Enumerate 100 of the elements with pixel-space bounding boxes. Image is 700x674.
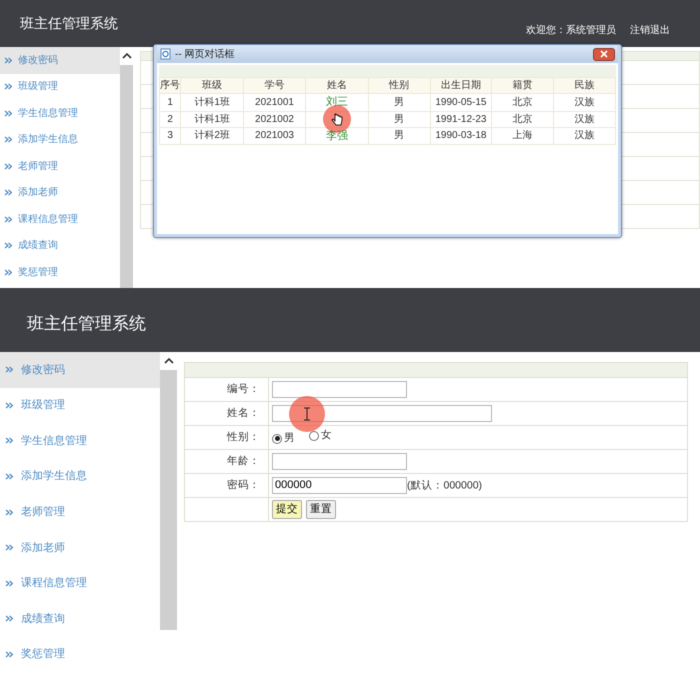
sidebar-item[interactable]: 添加老师 — [0, 180, 120, 206]
sidebar-item-label: 老师管理 — [21, 504, 65, 520]
double-chevron-icon — [5, 402, 13, 409]
sidebar-item-label: 添加老师 — [18, 186, 58, 200]
input-field[interactable] — [272, 452, 407, 470]
table-cell: 2021001 — [244, 94, 306, 111]
submit-button[interactable]: 提交 — [272, 500, 302, 520]
double-chevron-icon — [5, 580, 13, 587]
sidebar-item-label: 学生信息管理 — [18, 106, 78, 121]
table-cell: 汉族 — [554, 127, 616, 144]
reset-button[interactable]: 重置 — [306, 500, 336, 520]
radio-option[interactable]: 男 — [272, 430, 295, 446]
hand-cursor-icon — [330, 112, 344, 126]
sidebar-item[interactable]: 成绩查询 — [0, 601, 160, 637]
sidebar-item[interactable]: 成绩查询 — [0, 232, 120, 259]
sidebar-item-label: 奖惩管理 — [21, 647, 65, 662]
column-header: 民族 — [554, 78, 616, 94]
table-cell: 汉族 — [554, 111, 616, 127]
scroll-up-icon — [122, 52, 132, 60]
double-chevron-icon — [4, 242, 12, 250]
sidebar-item[interactable]: 奖惩管理 — [0, 636, 160, 672]
column-header: 班级 — [180, 78, 244, 94]
sidebar-item[interactable]: 修改密码 — [0, 352, 160, 388]
sidebar-item[interactable]: 添加学生信息 — [0, 126, 120, 153]
table-cell: 上海 — [492, 127, 554, 144]
sidebar-item[interactable]: 学生信息管理 — [0, 423, 160, 459]
table-cell: 汉族 — [554, 94, 616, 111]
table-cell: 男 — [368, 127, 430, 144]
table-cell: 北京 — [492, 111, 554, 127]
double-chevron-icon — [4, 268, 12, 276]
column-header: 序号 — [160, 78, 181, 94]
sidebar-item[interactable]: 班级管理 — [0, 388, 160, 424]
double-chevron-icon — [4, 83, 12, 90]
sidebar-item-label: 课程信息管理 — [21, 576, 87, 592]
double-chevron-icon — [4, 216, 12, 223]
sidebar-item-label: 成绩查询 — [21, 612, 65, 627]
double-chevron-icon — [4, 136, 12, 144]
sidebar-item[interactable]: 课程信息管理 — [0, 206, 120, 232]
table-cell: 2021003 — [244, 127, 306, 144]
sidebar-item-label: 添加老师 — [21, 540, 65, 556]
sidebar-item-label: 班级管理 — [18, 80, 58, 94]
sidebar-item-label: 修改密码 — [21, 362, 65, 378]
sidebar-item[interactable]: 老师管理 — [0, 494, 160, 530]
radio-option[interactable]: 女 — [309, 428, 332, 444]
table-cell: 男 — [368, 94, 430, 111]
double-chevron-icon — [4, 56, 12, 64]
table-cell: 2021002 — [244, 111, 306, 127]
page-icon — [160, 48, 171, 60]
welcome-text: 欢迎您：系统管理员 — [526, 24, 616, 38]
input-field[interactable]: 000000 — [272, 476, 407, 494]
table-cell: 计科1班 — [180, 111, 244, 127]
table-cell: 3 — [160, 127, 181, 144]
close-button[interactable] — [593, 48, 615, 60]
sidebar-item[interactable]: 课程信息管理 — [0, 566, 160, 602]
field-label: 年龄： — [184, 450, 268, 474]
sidebar-item-label: 奖惩管理 — [18, 266, 58, 280]
field-label: 性别： — [184, 426, 268, 450]
sidebar-item-label: 班级管理 — [21, 398, 65, 414]
sidebar-item-label: 修改密码 — [18, 54, 58, 68]
sidebar-item[interactable]: 奖惩管理 — [0, 259, 120, 286]
input-field[interactable] — [272, 380, 407, 398]
hint-text: (默认：000000) — [407, 479, 482, 492]
sidebar-item[interactable]: 修改密码 — [0, 47, 120, 74]
field-label: 密码： — [184, 474, 268, 498]
scrollbar[interactable] — [120, 47, 133, 288]
app-title: 班主任管理系统 — [19, 14, 118, 33]
table-cell: 北京 — [492, 94, 554, 111]
column-header: 性别 — [368, 78, 430, 94]
double-chevron-icon — [5, 615, 13, 622]
table-cell: 计科1班 — [180, 94, 244, 111]
column-header: 学号 — [244, 78, 306, 94]
double-chevron-icon — [5, 544, 13, 552]
sidebar-item[interactable]: 添加老师 — [0, 530, 160, 566]
table-cell: 1 — [160, 94, 181, 111]
double-chevron-icon — [5, 366, 13, 374]
text-cursor-icon — [302, 407, 312, 421]
sidebar-item-label: 添加学生信息 — [21, 469, 87, 484]
sidebar-item[interactable]: 学生信息管理 — [0, 100, 120, 126]
double-chevron-icon — [5, 651, 13, 658]
app-title: 班主任管理系统 — [26, 313, 146, 336]
sidebar-item[interactable]: 老师管理 — [0, 153, 120, 180]
sidebar-item-label: 添加学生信息 — [18, 132, 78, 148]
table-cell: 1990-05-15 — [430, 94, 492, 111]
logout-link[interactable]: 注销退出 — [630, 23, 670, 38]
double-chevron-icon — [5, 437, 13, 444]
double-chevron-icon — [4, 162, 12, 170]
column-header: 籍贯 — [492, 78, 554, 94]
double-chevron-icon — [5, 508, 13, 516]
column-header: 出生日期 — [430, 78, 492, 94]
field-label: 姓名： — [184, 402, 268, 426]
scrollbar[interactable] — [160, 352, 177, 630]
table-cell: 1990-03-18 — [430, 127, 492, 144]
double-chevron-icon — [4, 110, 12, 117]
sidebar-item[interactable]: 班级管理 — [0, 74, 120, 100]
table-cell: 男 — [368, 111, 430, 127]
double-chevron-icon — [5, 473, 13, 480]
sidebar-item[interactable]: 添加学生信息 — [0, 458, 160, 494]
table-cell: 2 — [160, 111, 181, 127]
field-label: 编号： — [184, 378, 268, 402]
table-cell: 计科2班 — [180, 127, 244, 144]
